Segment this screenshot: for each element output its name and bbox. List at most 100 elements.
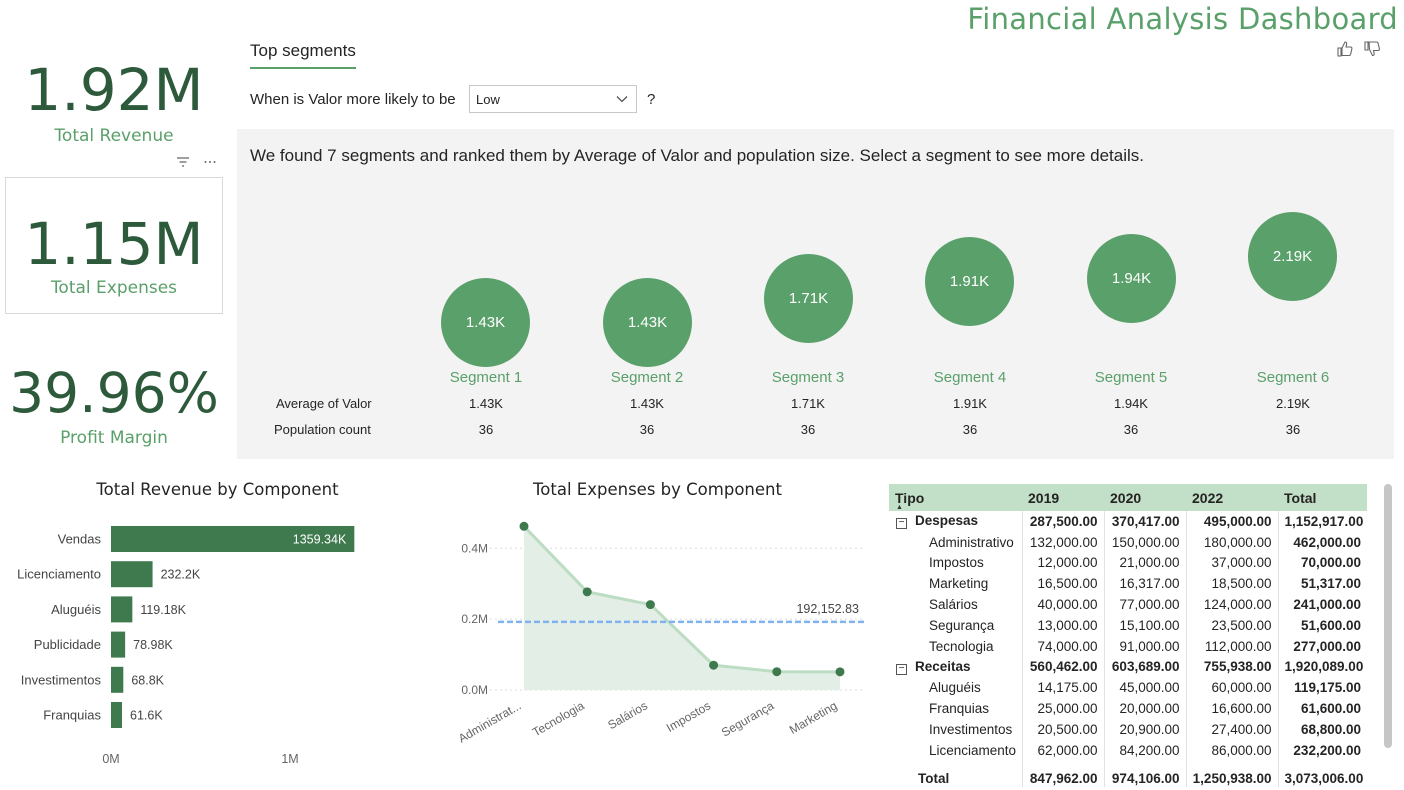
matrix-row[interactable]: Administrativo 132,000.00 150,000.00 180,00… xyxy=(889,531,1367,553)
matrix-cell: 20,900.00 xyxy=(1103,718,1186,740)
matrix-header-2022[interactable]: 2022 xyxy=(1186,484,1278,511)
matrix-header-total[interactable]: Total xyxy=(1278,484,1367,511)
revenue-bar[interactable] xyxy=(111,596,133,623)
more-options-icon[interactable] xyxy=(202,154,218,170)
segment-bubble[interactable]: 1.43K xyxy=(603,278,692,367)
matrix-cell: 1,920,089.00 xyxy=(1277,656,1367,678)
matrix-row[interactable]: Segurança 13,000.00 15,100.00 23,500.00 51,6… xyxy=(889,614,1367,636)
matrix-row[interactable]: Licenciamento 62,000.00 84,200.00 86,000.00… xyxy=(889,739,1367,761)
matrix-row[interactable]: Franquias 25,000.00 20,000.00 16,600.00 61,6… xyxy=(889,698,1367,719)
segment-name[interactable]: Segment 2 xyxy=(587,369,707,386)
matrix-row[interactable]: Marketing 16,500.00 16,317.00 18,500.00 51,3… xyxy=(889,573,1367,595)
value-dropdown-selected: Low xyxy=(476,92,500,107)
matrix-cell: 14,175.00 xyxy=(1021,677,1104,699)
x-tick-label: Salários xyxy=(605,698,650,732)
value-dropdown[interactable]: Low xyxy=(469,85,637,113)
kpi-expenses-card[interactable]: 1.15M Total Expenses xyxy=(5,177,223,314)
collapse-icon[interactable]: − xyxy=(896,663,907,675)
revenue-bar[interactable] xyxy=(111,702,123,728)
category-label: Franquias xyxy=(43,708,101,723)
collapse-icon[interactable]: − xyxy=(896,518,907,530)
data-point[interactable] xyxy=(709,660,719,670)
matrix-cell: 61,600.00 xyxy=(1277,698,1367,719)
segments-panel: We found 7 segments and ranked them by A… xyxy=(237,129,1394,459)
segment-bubble[interactable]: 1.91K xyxy=(925,237,1014,326)
matrix-row[interactable]: Impostos 12,000.00 21,000.00 37,000.00 70,00… xyxy=(889,552,1367,574)
influencer-question: When is Valor more likely to be xyxy=(250,91,456,108)
thumbs-up-icon[interactable] xyxy=(1336,40,1354,58)
matrix-row-label: − Despesas xyxy=(889,511,1022,532)
matrix-row[interactable]: Tecnologia 74,000.00 91,000.00 112,000.00 27… xyxy=(889,635,1367,657)
segment-name[interactable]: Segment 6 xyxy=(1233,369,1353,386)
segment-name[interactable]: Segment 1 xyxy=(426,369,546,386)
matrix-header-tipo[interactable]: Tipo ▲ xyxy=(889,484,1022,511)
matrix-total-row[interactable]: Total 847,962.00 974,106.00 1,250,938.00 3,0… xyxy=(889,766,1367,788)
x-tick-label: Tecnologia xyxy=(530,698,587,739)
financial-matrix[interactable]: Tipo ▲ 2019 2020 2022 Total − Despesas 287,500.… xyxy=(889,484,1367,788)
revenue-bar[interactable] xyxy=(111,631,126,658)
matrix-cell: 20,000.00 xyxy=(1103,698,1186,719)
x-tick-label: 0M xyxy=(102,752,119,766)
matrix-row[interactable]: Salários 40,000.00 77,000.00 124,000.00 241,… xyxy=(889,594,1367,615)
segment-bubble[interactable]: 1.71K xyxy=(764,254,853,343)
segment-name[interactable]: Segment 5 xyxy=(1071,369,1191,386)
y-tick-label: 0.0M xyxy=(461,683,488,697)
segment-name[interactable]: Segment 4 xyxy=(910,369,1030,386)
matrix-row-label: Franquias xyxy=(929,701,990,717)
matrix-group-row[interactable]: − Despesas 287,500.00 370,417.00 495,000.00 1… xyxy=(889,511,1367,532)
category-label: Investimentos xyxy=(21,672,102,687)
x-tick-label: Segurança xyxy=(719,698,777,739)
segment-population: 36 xyxy=(639,422,655,437)
matrix-cell: 1,152,917.00 xyxy=(1277,511,1367,532)
revenue-bar[interactable] xyxy=(111,666,124,693)
data-point[interactable] xyxy=(645,600,655,610)
matrix-row-label: Segurança xyxy=(929,617,995,633)
matrix-cell: 51,317.00 xyxy=(1277,573,1367,595)
average-label: 192,152.83 xyxy=(796,602,859,616)
category-label: Vendas xyxy=(58,532,102,547)
data-point[interactable] xyxy=(772,667,782,677)
chevron-down-icon xyxy=(616,96,628,103)
revenue-by-component-chart[interactable]: Vendas 1359.34K Licenciamento 232.2K Aluguéi… xyxy=(0,510,420,770)
matrix-cell: 16,317.00 xyxy=(1103,573,1186,595)
sort-ascending-icon[interactable]: ▲ xyxy=(896,504,903,511)
matrix-cell: 847,962.00 xyxy=(1021,766,1104,788)
segment-bubble[interactable]: 2.19K xyxy=(1248,212,1337,301)
matrix-cell: 77,000.00 xyxy=(1103,594,1186,615)
segment-name[interactable]: Segment 3 xyxy=(748,369,868,386)
matrix-cell: 70,000.00 xyxy=(1277,552,1367,574)
matrix-cell: 91,000.00 xyxy=(1103,635,1186,657)
segment-population: 36 xyxy=(478,422,494,437)
matrix-scrollbar[interactable] xyxy=(1384,484,1392,748)
segment-population: 36 xyxy=(1123,422,1139,437)
avg-valor-row-label: Average of Valor xyxy=(276,396,372,411)
thumbs-down-icon[interactable] xyxy=(1363,40,1381,58)
revenue-bar[interactable] xyxy=(111,561,153,588)
matrix-header-2019[interactable]: 2019 xyxy=(1022,484,1104,511)
matrix-header-2020[interactable]: 2020 xyxy=(1104,484,1186,511)
matrix-group-row[interactable]: − Receitas 560,462.00 603,689.00 755,938.00 1… xyxy=(889,656,1367,678)
matrix-cell: 232,200.00 xyxy=(1277,739,1367,761)
segment-bubble[interactable]: 1.94K xyxy=(1087,234,1176,323)
y-tick-label: 0.4M xyxy=(461,541,488,555)
category-label: Aluguéis xyxy=(51,602,101,617)
matrix-row-label: Impostos xyxy=(929,555,984,571)
data-point[interactable] xyxy=(582,587,592,597)
matrix-cell: 755,938.00 xyxy=(1185,656,1278,678)
matrix-cell: 74,000.00 xyxy=(1021,635,1104,657)
matrix-cell: 462,000.00 xyxy=(1277,531,1367,553)
data-point[interactable] xyxy=(519,521,529,531)
revenue-chart-title: Total Revenue by Component xyxy=(96,480,339,499)
filter-icon[interactable] xyxy=(175,154,191,170)
data-point[interactable] xyxy=(835,667,845,677)
matrix-cell: 20,500.00 xyxy=(1021,718,1104,740)
expenses-by-component-chart[interactable]: 0.0M 0.2M 0.4M 192,152.83 Administrat... Tecn… xyxy=(420,505,880,775)
matrix-row[interactable]: Investimentos 20,500.00 20,900.00 27,400.00… xyxy=(889,718,1367,740)
data-label: 68.8K xyxy=(131,673,164,687)
help-icon[interactable]: ? xyxy=(647,91,655,108)
segment-bubble[interactable]: 1.43K xyxy=(441,278,530,367)
segment-avg-valor: 1.71K xyxy=(791,396,825,411)
matrix-row[interactable]: Aluguéis 14,175.00 45,000.00 60,000.00 119,1… xyxy=(889,677,1367,699)
matrix-cell: 15,100.00 xyxy=(1103,614,1186,636)
tab-top-segments[interactable]: Top segments xyxy=(250,41,356,69)
